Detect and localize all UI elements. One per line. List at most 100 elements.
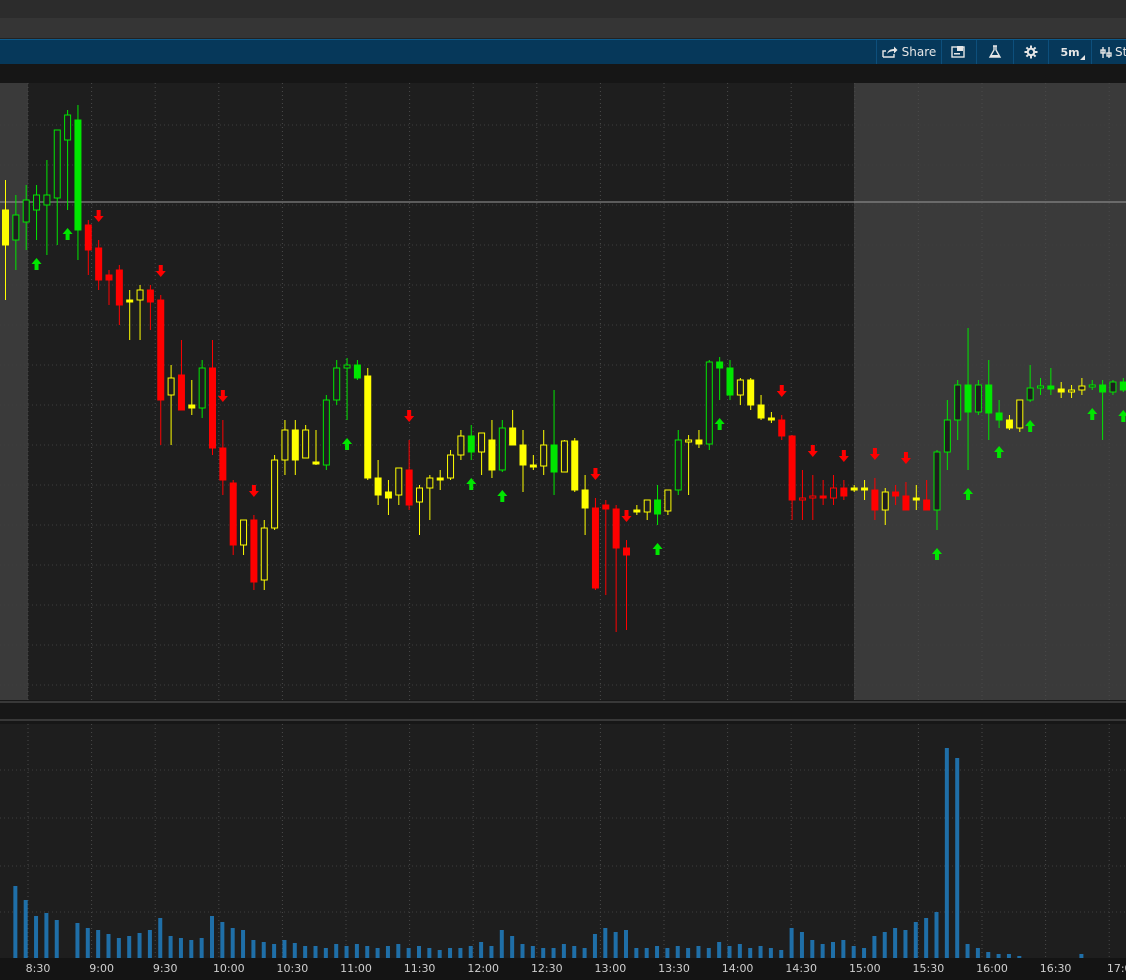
time-tick-label: 16:00 <box>976 962 1008 975</box>
volume-bar <box>282 940 287 958</box>
volume-bar <box>168 936 173 958</box>
candle-body <box>995 412 1003 421</box>
time-tick-label: 15:00 <box>849 962 881 975</box>
chart-settings-button[interactable] <box>941 40 976 64</box>
volume-bar <box>458 948 463 958</box>
candle <box>271 455 279 530</box>
time-tick-label: 10:30 <box>277 962 309 975</box>
price-chart[interactable]: 8:30 9:00 9:30 10:00 10:30 11:00 11:30 12:00 12:… <box>0 83 1126 980</box>
candle-body <box>1088 384 1096 388</box>
candle <box>664 489 672 515</box>
candle-body <box>591 507 599 589</box>
candle-body <box>291 429 299 461</box>
candle-body <box>747 379 755 406</box>
timeframe-button[interactable]: 5m <box>1048 40 1091 64</box>
volume-bar <box>748 948 753 958</box>
volume-bar <box>799 932 804 958</box>
volume-bar <box>903 930 908 958</box>
candle <box>1016 399 1024 432</box>
gear-icon <box>1024 45 1038 59</box>
volume-bar <box>313 946 318 958</box>
candle-body <box>302 429 310 459</box>
candle-body <box>322 399 330 466</box>
volume-bar <box>737 944 742 958</box>
volume-bar <box>137 933 142 958</box>
volume-bar <box>592 934 597 958</box>
volume-bar <box>893 928 898 958</box>
candle-body <box>271 459 279 529</box>
candle-body <box>457 435 465 456</box>
flask-icon <box>988 45 1002 59</box>
candle-body <box>1078 385 1086 391</box>
studies-flask-button[interactable] <box>976 40 1013 64</box>
studies-button[interactable]: St <box>1091 40 1126 64</box>
candle-body <box>1109 381 1117 393</box>
candle-body <box>22 199 30 223</box>
candle-body <box>1068 389 1076 393</box>
candle-body <box>623 547 630 556</box>
candle-body <box>892 491 900 497</box>
volume-bar <box>385 946 390 958</box>
volume-bar <box>665 948 670 958</box>
volume-bar <box>572 946 577 958</box>
volume-bar <box>727 946 732 958</box>
time-tick-label: 11:30 <box>404 962 436 975</box>
volume-bar <box>396 944 401 958</box>
volume-bar <box>510 936 515 958</box>
share-button[interactable]: Share <box>876 40 941 64</box>
volume-bar <box>1017 956 1022 958</box>
volume-bar <box>96 930 101 958</box>
volume-bar <box>468 946 473 958</box>
candle <box>322 395 330 470</box>
volume-bar <box>520 944 525 958</box>
candle-body <box>954 384 962 421</box>
candle-body <box>674 439 682 491</box>
candle-body <box>871 489 879 511</box>
candle-body <box>84 224 92 251</box>
candle-body <box>705 361 713 445</box>
candle <box>260 520 268 590</box>
volume-bar <box>934 912 939 958</box>
candle-body <box>95 247 103 281</box>
volume-bar <box>613 932 618 958</box>
candle-body <box>798 497 806 501</box>
volume-bar <box>375 948 380 958</box>
candle-body <box>861 487 869 491</box>
candle-body <box>1119 381 1126 391</box>
candle-body <box>1037 385 1044 389</box>
candle-body <box>64 114 72 141</box>
candle-body <box>695 439 703 445</box>
candle-body <box>333 367 341 401</box>
candle-body <box>850 487 858 491</box>
volume-bar <box>499 930 504 958</box>
candle <box>591 498 599 590</box>
candle-body <box>136 289 144 301</box>
candle-body <box>447 454 455 479</box>
volume-bar <box>158 918 163 958</box>
candle-body <box>416 487 423 503</box>
candle-body <box>664 489 672 512</box>
candle <box>229 480 237 555</box>
volume-bar <box>365 946 370 958</box>
candle-body <box>519 444 527 466</box>
candle-body <box>1016 399 1024 429</box>
candle <box>560 440 568 473</box>
candle-body <box>12 214 20 241</box>
candle-body <box>985 384 993 414</box>
volume-bar <box>210 916 214 958</box>
time-tick-label: 10:00 <box>213 962 245 975</box>
settings-button[interactable] <box>1013 40 1048 64</box>
candle <box>498 420 506 472</box>
volume-bar <box>717 942 722 958</box>
volume-bar <box>634 948 639 958</box>
time-tick-label: 17:0 <box>1107 962 1126 975</box>
candle-body <box>685 439 693 443</box>
candle-body <box>405 469 413 506</box>
candle-body <box>1026 387 1034 401</box>
volume-bar <box>489 946 494 958</box>
candle-body <box>343 364 351 369</box>
volume-bar <box>882 932 887 958</box>
volume-bar <box>1006 954 1011 958</box>
volume-bar <box>261 942 266 958</box>
volume-bar <box>561 944 566 958</box>
